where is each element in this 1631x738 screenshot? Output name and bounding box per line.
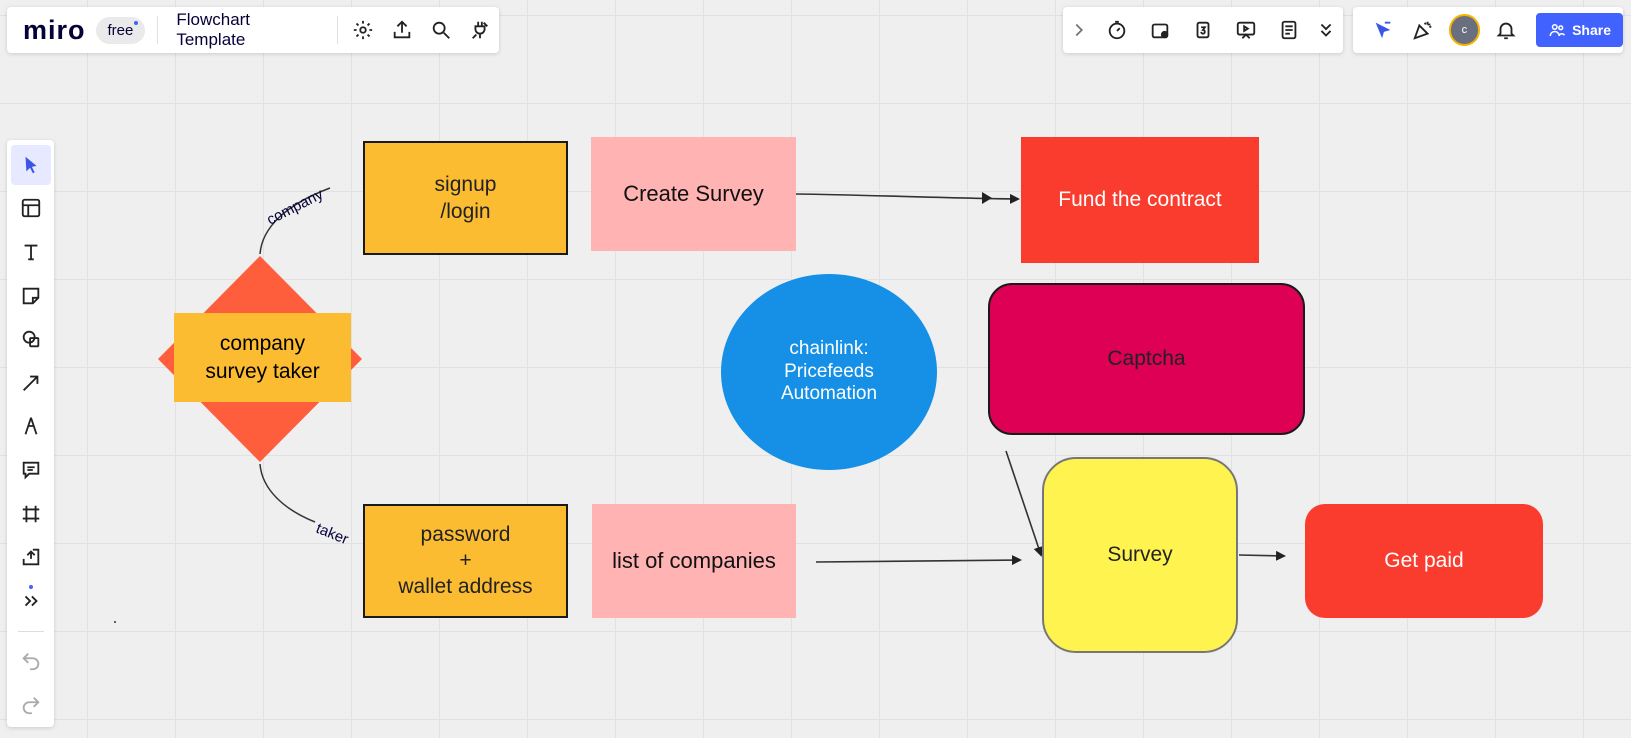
plan-badge[interactable]: free xyxy=(95,16,146,44)
select-cursor-icon[interactable] xyxy=(10,145,51,185)
arrow-connector-icon[interactable] xyxy=(11,363,51,403)
plug-integrations-icon[interactable] xyxy=(460,10,499,50)
shape-survey[interactable]: Survey xyxy=(1042,457,1238,653)
celebrate-party-icon[interactable] xyxy=(1403,10,1443,50)
shape-captcha[interactable]: Captcha xyxy=(988,283,1305,435)
comment-icon[interactable] xyxy=(11,450,51,490)
user-share-panel: c Share xyxy=(1353,7,1623,53)
more-tools-indicator-dot xyxy=(28,585,33,590)
voting-icon[interactable] xyxy=(1140,10,1180,50)
timer-icon[interactable] xyxy=(1097,10,1137,50)
counter-icon[interactable] xyxy=(1183,10,1223,50)
more-chevrons-down-icon[interactable] xyxy=(1311,10,1341,50)
arrow-survey-to-paid[interactable] xyxy=(1238,550,1286,561)
arrow-create-to-fund[interactable] xyxy=(795,193,1020,204)
board-header-panel: miro free Flowchart Template xyxy=(7,7,499,53)
sticky-note-icon[interactable] xyxy=(11,276,51,316)
shape-list-of-companies[interactable]: list of companies xyxy=(592,504,796,618)
text-tool-icon[interactable] xyxy=(11,232,51,272)
users-icon xyxy=(1549,24,1566,37)
shape-fund-the-contract[interactable]: Fund the contract xyxy=(1021,137,1259,263)
chevron-right-icon[interactable] xyxy=(1064,10,1094,50)
more-tools-icon[interactable] xyxy=(11,581,51,621)
arrow-midpoint-marker xyxy=(982,192,992,204)
shape-signup-login[interactable]: signup /login xyxy=(363,141,568,255)
shape-password-wallet[interactable]: password + wallet address xyxy=(363,504,568,618)
upload-icon[interactable] xyxy=(11,537,51,577)
pen-tool-icon[interactable] xyxy=(11,407,51,447)
header-divider xyxy=(336,16,338,44)
shape-company-survey-taker[interactable]: company survey taker xyxy=(174,313,351,402)
board-title[interactable]: Flowchart Template xyxy=(164,10,331,50)
collaboration-tools-panel xyxy=(1063,7,1343,53)
connector-label-company[interactable]: company xyxy=(264,186,326,229)
search-icon[interactable] xyxy=(421,10,460,50)
user-avatar[interactable]: c xyxy=(1448,14,1481,46)
notes-icon[interactable] xyxy=(1269,10,1309,50)
redo-icon[interactable] xyxy=(11,685,51,725)
toolbar-separator xyxy=(17,630,44,632)
settings-gear-icon[interactable] xyxy=(344,10,383,50)
shape-create-survey[interactable]: Create Survey xyxy=(591,137,796,251)
connector-taker[interactable] xyxy=(259,463,316,523)
stray-dot xyxy=(114,621,116,623)
frame-icon[interactable] xyxy=(11,494,51,534)
presentation-icon[interactable] xyxy=(1226,10,1266,50)
undo-icon[interactable] xyxy=(11,642,51,682)
cursor-tracking-icon[interactable] xyxy=(1363,10,1403,50)
notifications-bell-icon[interactable] xyxy=(1486,10,1526,50)
connector-label-taker[interactable]: taker xyxy=(314,520,351,548)
connector-company[interactable] xyxy=(259,187,331,255)
shape-chainlink-circle[interactable]: chainlink: Pricefeeds Automation xyxy=(721,274,937,470)
share-button[interactable]: Share xyxy=(1536,13,1623,47)
share-button-label: Share xyxy=(1572,22,1611,38)
templates-icon[interactable] xyxy=(11,189,51,229)
left-creation-toolbar xyxy=(7,140,54,727)
header-divider xyxy=(157,16,159,44)
miro-logo[interactable]: miro xyxy=(7,15,96,46)
shapes-icon[interactable] xyxy=(11,319,51,359)
shape-get-paid[interactable]: Get paid xyxy=(1305,504,1543,618)
export-upload-icon[interactable] xyxy=(383,10,422,50)
arrow-captcha-to-survey[interactable] xyxy=(1005,450,1044,557)
arrow-list-to-survey[interactable] xyxy=(815,555,1022,566)
plan-badge-label: free xyxy=(107,21,134,39)
plan-badge-dot xyxy=(134,20,139,25)
